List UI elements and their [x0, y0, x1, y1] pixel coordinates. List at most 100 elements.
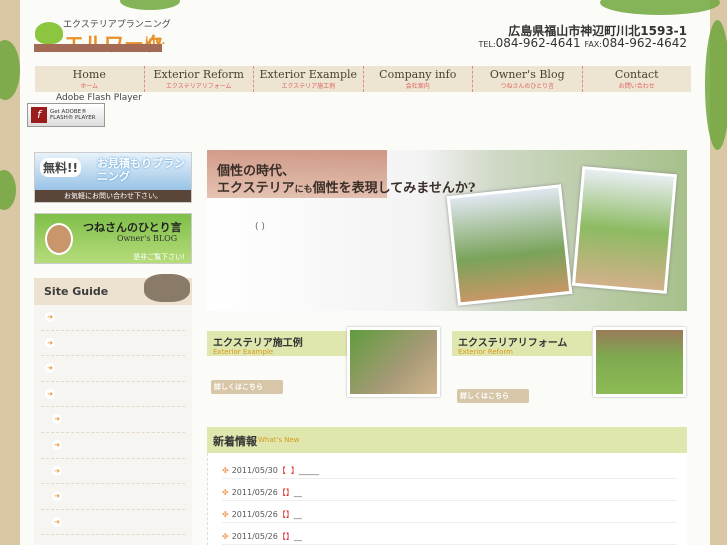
- nav-exterior-reform[interactable]: Exterior Reform エクステリアリフォーム: [145, 66, 254, 92]
- arrow-icon: ➔: [52, 465, 62, 476]
- exterior-reform-photo[interactable]: [593, 327, 686, 397]
- owner-blog-banner[interactable]: つねさんのひとり言 Owner's BLOG 是非ご覧下さい!: [34, 213, 192, 264]
- news-tail: __: [293, 488, 302, 497]
- flash-badge-line2: FLASH® PLAYER: [50, 115, 96, 121]
- bracket-close: 】: [290, 466, 299, 475]
- ivy-decoration: [705, 20, 727, 150]
- nav-label: Exterior Reform: [153, 68, 245, 81]
- main-nav: Home ホーム Exterior Reform エクステリアリフォーム Exter…: [35, 66, 691, 92]
- arrow-icon: ➔: [52, 439, 62, 450]
- news-date: 2011/05/26: [231, 488, 278, 497]
- estimate-caption: お気軽にお問い合わせ下さい。: [35, 190, 191, 202]
- fax: 084-962-4642: [601, 36, 687, 50]
- flower-bullet-icon: ✤: [222, 488, 229, 497]
- blog-title: つねさんのひとり言: [83, 221, 182, 234]
- stone-wall-image: [144, 274, 190, 302]
- tel: 084-962-4641: [495, 36, 581, 50]
- bracket-open: 【: [277, 488, 286, 497]
- garden-photo: [446, 184, 573, 306]
- news-date: 2011/05/26: [231, 532, 278, 541]
- bracket-open: 【: [277, 466, 286, 475]
- site-guide-list: ➔ ➔ ➔ ➔ ➔ ➔ ➔ ➔ ➔: [34, 305, 192, 545]
- site-guide-item[interactable]: ➔: [41, 433, 185, 459]
- news-item[interactable]: ✤ 2011/05/30【 】_____: [222, 457, 677, 479]
- card-title: エクステリアリフォーム: [458, 338, 568, 349]
- news-item[interactable]: ✤ 2011/05/26【】__: [222, 523, 677, 545]
- news-item[interactable]: ✤ 2011/05/26【】__: [222, 479, 677, 501]
- news-date: 2011/05/26: [231, 510, 278, 519]
- nav-sublabel: お問い合わせ: [618, 83, 655, 90]
- bracket-close: 】: [285, 510, 294, 519]
- nav-owners-blog[interactable]: Owner's Blog つねさんのひとり言: [473, 66, 583, 92]
- owner-avatar: [45, 223, 73, 255]
- bracket-open: 【: [277, 510, 286, 519]
- nav-sublabel: ホーム: [80, 83, 99, 90]
- flower-bullet-icon: ✤: [222, 466, 229, 475]
- site-guide-item[interactable]: ➔: [41, 305, 185, 331]
- card-subtitle: Exterior Example: [213, 348, 274, 356]
- news-tail: _____: [298, 466, 319, 475]
- ivy-decoration: [0, 170, 16, 210]
- free-label: 無料!!: [40, 158, 81, 177]
- site-guide-item[interactable]: ➔: [41, 459, 185, 485]
- nav-sublabel: エクステリア施工例: [281, 83, 336, 90]
- details-button[interactable]: 詳しくはこちら: [457, 389, 529, 403]
- flash-icon: f: [31, 107, 47, 123]
- news-header: 新着情報 What's New: [207, 427, 687, 453]
- arrow-icon: ➔: [45, 388, 55, 399]
- site-guide-item[interactable]: ➔: [41, 510, 185, 536]
- card-subtitle: Exterior Reform: [458, 348, 514, 356]
- site-guide-item[interactable]: ➔: [41, 356, 185, 382]
- news-tail: __: [293, 510, 302, 519]
- site-guide-item[interactable]: ➔: [41, 407, 185, 433]
- nav-contact[interactable]: Contact お問い合わせ: [583, 66, 692, 92]
- hero-banner: 個性の時代、 エクステリアにも個性を表現してみませんか? ( ): [207, 150, 687, 311]
- logo-tree-icon: [35, 22, 63, 44]
- nav-sublabel: つねさんのひとり言: [500, 83, 555, 90]
- fax-label: FAX:: [584, 40, 602, 49]
- hero-paren: ( ): [255, 222, 265, 232]
- hero-line2b: にも: [294, 185, 313, 195]
- card-header: エクステリア施工例 Exterior Example: [207, 331, 347, 356]
- nav-exterior-example[interactable]: Exterior Example エクステリア施工例: [254, 66, 364, 92]
- site-guide-item[interactable]: ➔: [41, 331, 185, 357]
- site-guide-header: Site Guide: [34, 274, 192, 305]
- bracket-close: 】: [285, 488, 294, 497]
- flower-bullet-icon: ✤: [222, 510, 229, 519]
- estimate-banner[interactable]: 無料!! お見積もりプランニング お気軽にお問い合わせ下さい。: [34, 152, 192, 203]
- card-exterior-reform: エクステリアリフォーム Exterior Reform 詳しくはこちら: [452, 331, 592, 403]
- news-date: 2011/05/30: [231, 466, 278, 475]
- contact-numbers: TEL:084-962-4641 FAX:084-962-4642: [479, 36, 687, 50]
- exterior-example-photo[interactable]: [347, 327, 440, 397]
- card-title: エクステリア施工例: [213, 338, 303, 349]
- arrow-icon: ➔: [52, 516, 62, 527]
- news-item[interactable]: ✤ 2011/05/26【】__: [222, 501, 677, 523]
- bracket-open: 【: [277, 532, 286, 541]
- site-guide-item[interactable]: ➔: [41, 382, 185, 408]
- nav-label: Home: [72, 68, 106, 81]
- card-header: エクステリアリフォーム Exterior Reform: [452, 331, 592, 356]
- arrow-icon: ➔: [45, 312, 55, 322]
- arrow-icon: ➔: [52, 491, 62, 502]
- hero-line2: エクステリアにも個性を表現してみませんか?: [217, 177, 475, 196]
- estimate-title: お見積もりプランニング: [97, 157, 185, 183]
- flash-placeholder-text: Adobe Flash Player: [56, 93, 142, 103]
- blog-caption: 是非ご覧下さい!: [133, 253, 185, 261]
- hero-line2c: 個性を表現してみませんか?: [312, 181, 476, 196]
- nav-home[interactable]: Home ホーム: [35, 66, 145, 92]
- nav-company-info[interactable]: Company info 会社案内: [364, 66, 473, 92]
- get-flash-player-button[interactable]: f Get ADOBE® FLASH® PLAYER: [27, 103, 105, 127]
- details-button[interactable]: 詳しくはこちら: [211, 380, 283, 394]
- nav-sublabel: 会社案内: [405, 83, 430, 90]
- nav-label: Owner's Blog: [489, 68, 565, 81]
- garden-photo: [571, 166, 678, 294]
- news-list: ✤ 2011/05/30【 】_____ ✤ 2011/05/26【】__ ✤ 201…: [207, 453, 687, 545]
- flower-bullet-icon: ✤: [222, 532, 229, 541]
- arrow-icon: ➔: [45, 363, 55, 374]
- tel-label: TEL:: [478, 40, 496, 49]
- site-guide-item[interactable]: ➔: [41, 484, 185, 510]
- nav-label: Exterior Example: [259, 68, 358, 81]
- bracket-close: 】: [285, 532, 294, 541]
- arrow-icon: ➔: [52, 414, 62, 425]
- blog-subtitle: Owner's BLOG: [117, 234, 178, 243]
